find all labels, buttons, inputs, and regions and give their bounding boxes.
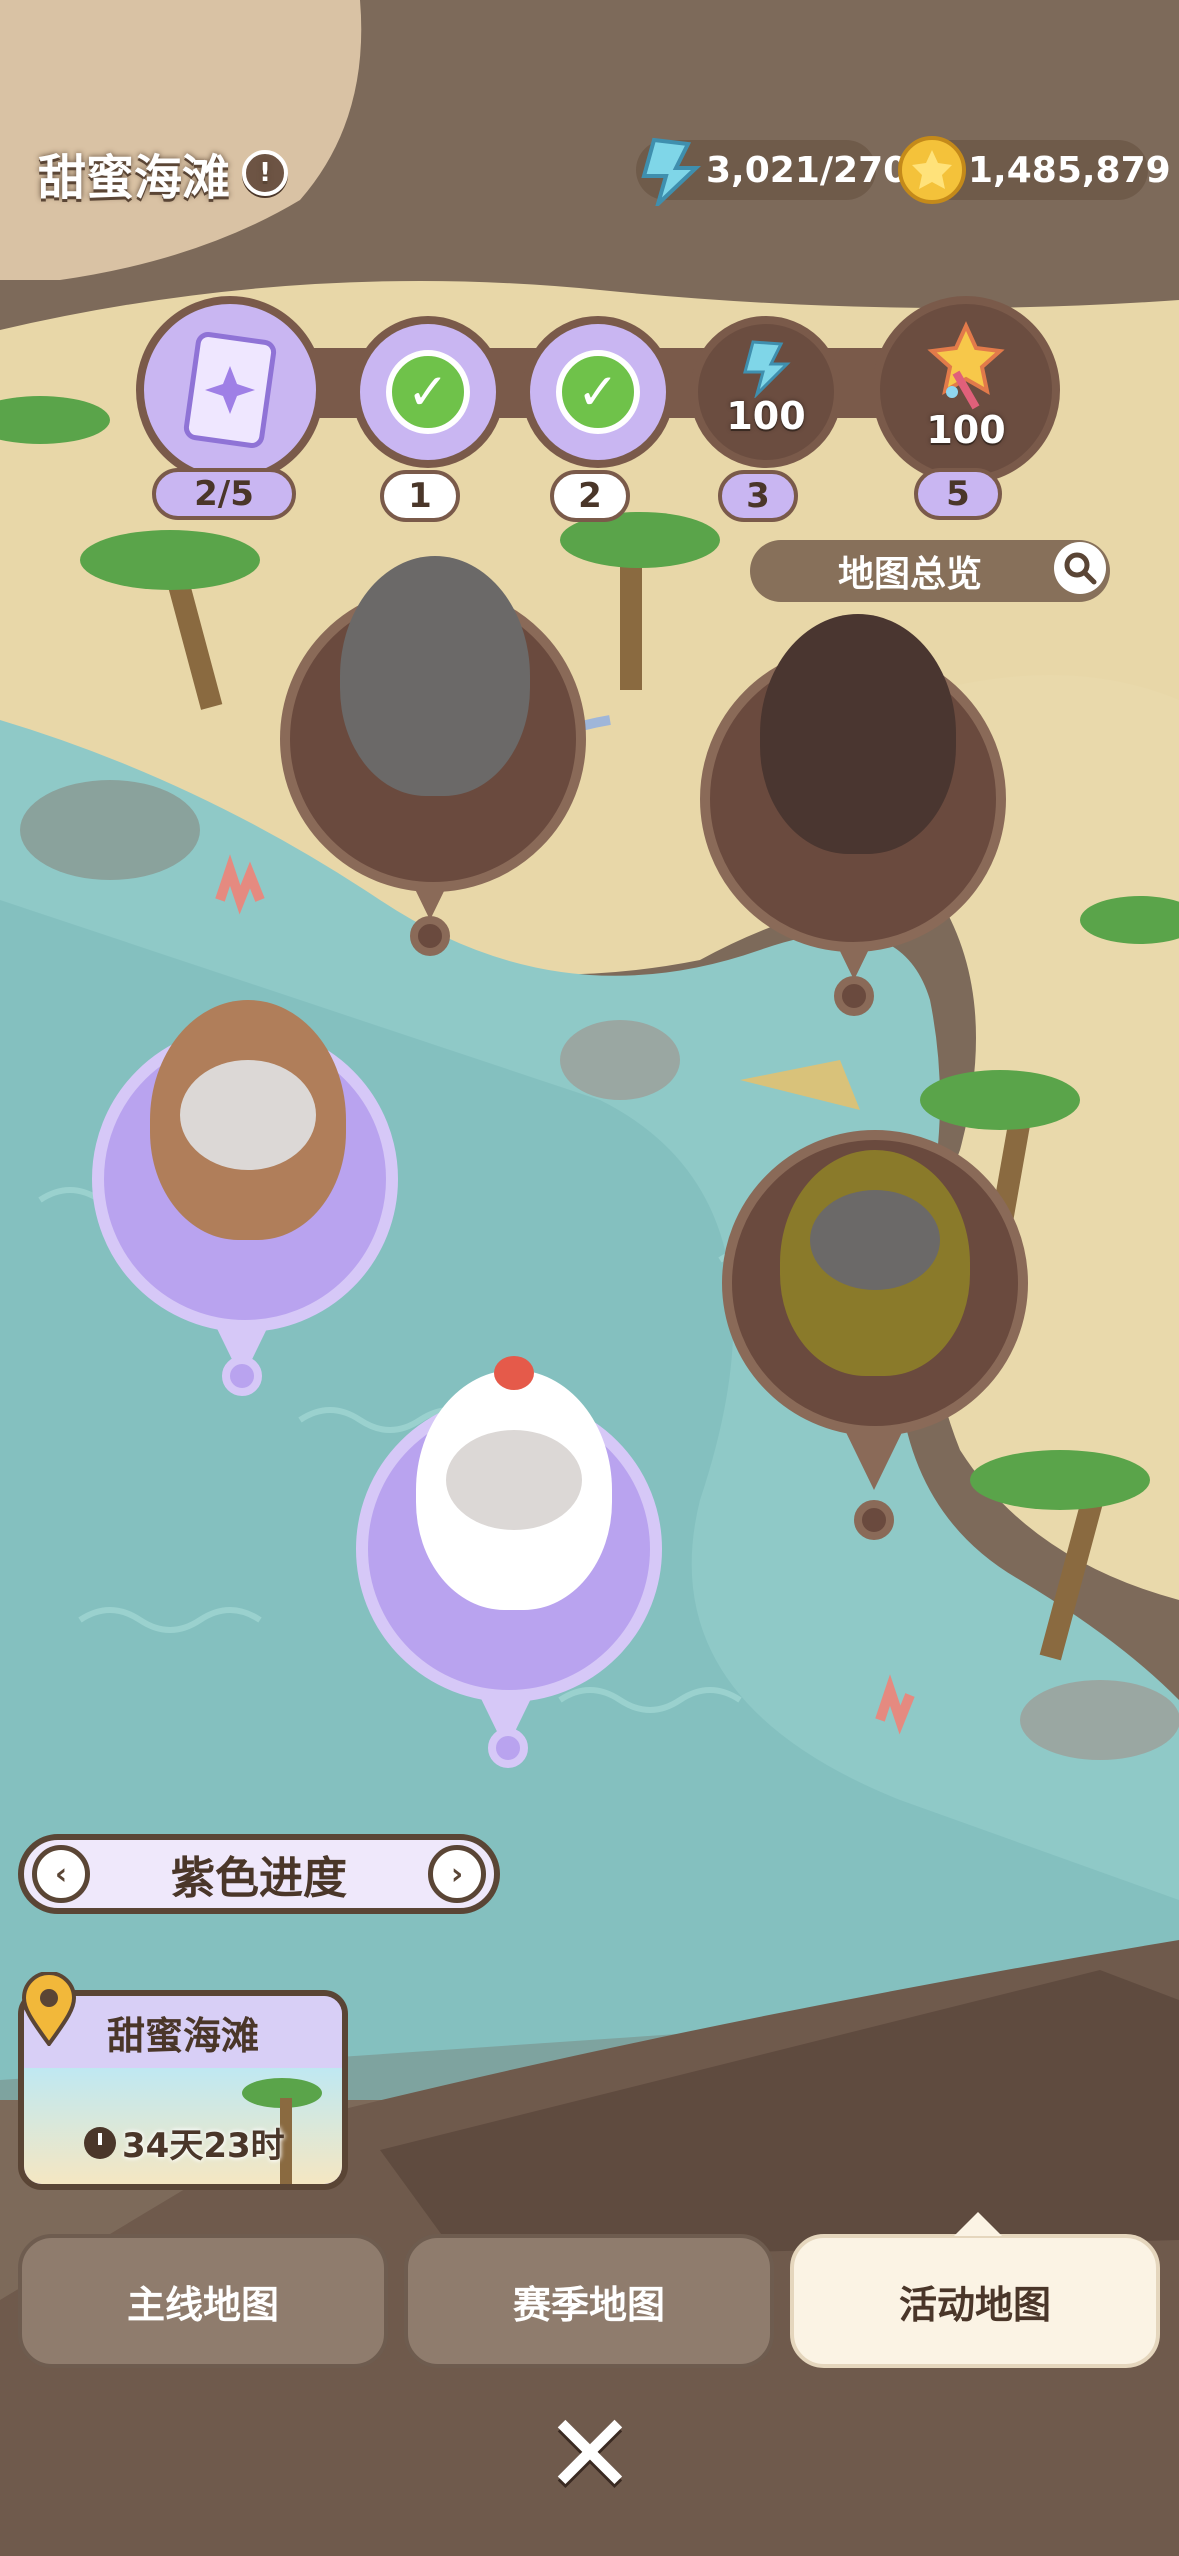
shadow-cat-silhouette: [760, 614, 956, 854]
chevron-left-icon[interactable]: ‹: [32, 1845, 90, 1903]
magnifier-icon: [1054, 542, 1106, 594]
coin-icon: [898, 136, 966, 204]
checkmark-icon: ✓: [556, 350, 640, 434]
milestone-1-label: 1: [380, 470, 460, 522]
event-timer: 34天23时: [84, 2118, 285, 2167]
milestone-3-node[interactable]: 100: [690, 316, 842, 468]
tab-event-map[interactable]: 活动地图: [790, 2234, 1160, 2368]
energy-counter[interactable]: 3,021/270: [636, 137, 908, 206]
color-progress-selector: ‹ 紫色进度 ›: [18, 1834, 500, 1914]
card-icon: [183, 332, 277, 448]
coin-value: 1,485,879: [968, 149, 1171, 191]
bee-cat-character: [780, 1150, 970, 1376]
milestone-5-label: 5: [914, 468, 1002, 520]
milestone-1-node[interactable]: ✓: [352, 316, 504, 468]
capybara-cat-character: [150, 1000, 346, 1240]
gray-cat-character: [340, 556, 530, 796]
info-icon[interactable]: !: [242, 150, 289, 196]
magic-wand-icon: [927, 321, 1005, 410]
milestone-3-reward: 100: [726, 394, 806, 438]
milestone-2-node[interactable]: ✓: [522, 316, 674, 468]
panda-cat-character: [416, 1356, 612, 1610]
location-pin-icon: [21, 1972, 77, 2046]
crystal-icon: [641, 137, 702, 206]
map-title: 甜蜜海滩 !: [38, 138, 289, 208]
map-overview-label: 地图总览: [837, 554, 982, 595]
milestone-5-node[interactable]: 100: [872, 296, 1060, 484]
map-overview-button[interactable]: 地图总览: [750, 540, 1110, 602]
energy-value: 3,021/270: [706, 149, 909, 191]
milestone-2-label: 2: [550, 470, 630, 522]
event-time-left: 34天23时: [122, 2126, 285, 2166]
chevron-right-icon[interactable]: ›: [428, 1845, 486, 1903]
active-tab-indicator: [954, 2212, 1002, 2236]
milestone-3-label: 3: [718, 470, 798, 522]
close-icon[interactable]: ✕: [540, 2399, 640, 2509]
card-count-label: 2/5: [152, 468, 296, 520]
clock-icon: [84, 2126, 116, 2159]
map-title-text: 甜蜜海滩: [38, 150, 231, 206]
checkmark-icon: ✓: [386, 350, 470, 434]
progress-selector-label: 紫色进度: [171, 1853, 347, 1904]
crystal-icon: [743, 340, 791, 398]
milestone-5-reward: 100: [926, 408, 1006, 452]
coin-counter[interactable]: 1,485,879: [898, 136, 1171, 204]
tab-main-map[interactable]: 主线地图: [18, 2234, 388, 2368]
card-pack-node[interactable]: [136, 296, 324, 484]
tab-season-map[interactable]: 赛季地图: [404, 2234, 774, 2368]
